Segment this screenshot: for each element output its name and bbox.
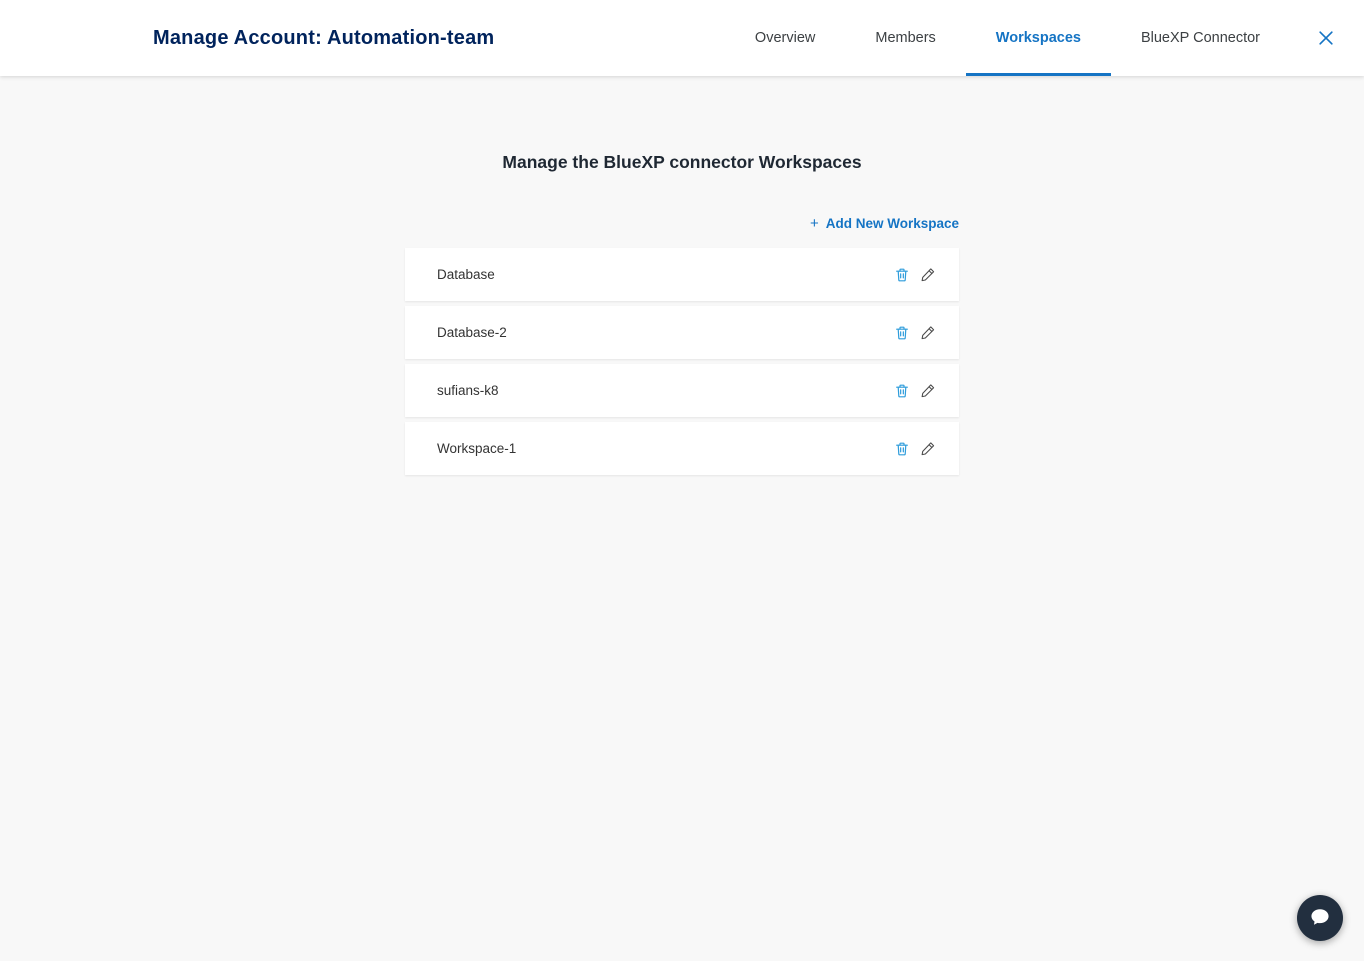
row-actions [893,382,937,400]
pencil-icon [920,324,936,341]
tab-bluexp-connector[interactable]: BlueXP Connector [1111,0,1290,76]
pencil-icon [920,382,936,399]
trash-icon [894,266,910,283]
close-icon [1316,28,1336,48]
workspace-name: Database [437,267,495,282]
tab-members[interactable]: Members [845,0,965,76]
header: Manage Account: Automation-team Overview… [0,0,1364,76]
row-actions [893,266,937,284]
workspace-rows: Database [405,248,959,475]
workspace-name: Workspace-1 [437,441,516,456]
row-actions [893,324,937,342]
edit-workspace-button[interactable] [919,440,937,458]
workspace-list: + Add New Workspace Database [405,216,959,475]
workspace-row: Database [405,248,959,301]
workspace-row: sufians-k8 [405,364,959,417]
pencil-icon [920,440,936,457]
tab-bar: Overview Members Workspaces BlueXP Conne… [725,0,1290,76]
section-heading: Manage the BlueXP connector Workspaces [0,152,1364,173]
edit-workspace-button[interactable] [919,266,937,284]
trash-icon [894,324,910,341]
workspace-name: sufians-k8 [437,383,499,398]
close-button[interactable] [1316,28,1336,48]
plus-icon: + [810,216,819,231]
trash-icon [894,440,910,457]
pencil-icon [920,266,936,283]
add-new-workspace-button[interactable]: + Add New Workspace [405,216,959,231]
workspace-row: Workspace-1 [405,422,959,475]
workspace-row: Database-2 [405,306,959,359]
trash-icon [894,382,910,399]
delete-workspace-button[interactable] [893,324,911,342]
workspaces-panel: Manage the BlueXP connector Workspaces +… [0,152,1364,475]
delete-workspace-button[interactable] [893,266,911,284]
chat-launcher[interactable] [1297,895,1343,941]
delete-workspace-button[interactable] [893,440,911,458]
edit-workspace-button[interactable] [919,324,937,342]
tab-workspaces[interactable]: Workspaces [966,0,1111,76]
row-actions [893,440,937,458]
delete-workspace-button[interactable] [893,382,911,400]
edit-workspace-button[interactable] [919,382,937,400]
add-new-workspace-label: Add New Workspace [826,216,959,231]
chat-icon [1308,905,1332,932]
tab-overview[interactable]: Overview [725,0,845,76]
workspace-name: Database-2 [437,325,507,340]
manage-account-page: Manage Account: Automation-team Overview… [0,0,1364,475]
page-title: Manage Account: Automation-team [153,27,494,50]
